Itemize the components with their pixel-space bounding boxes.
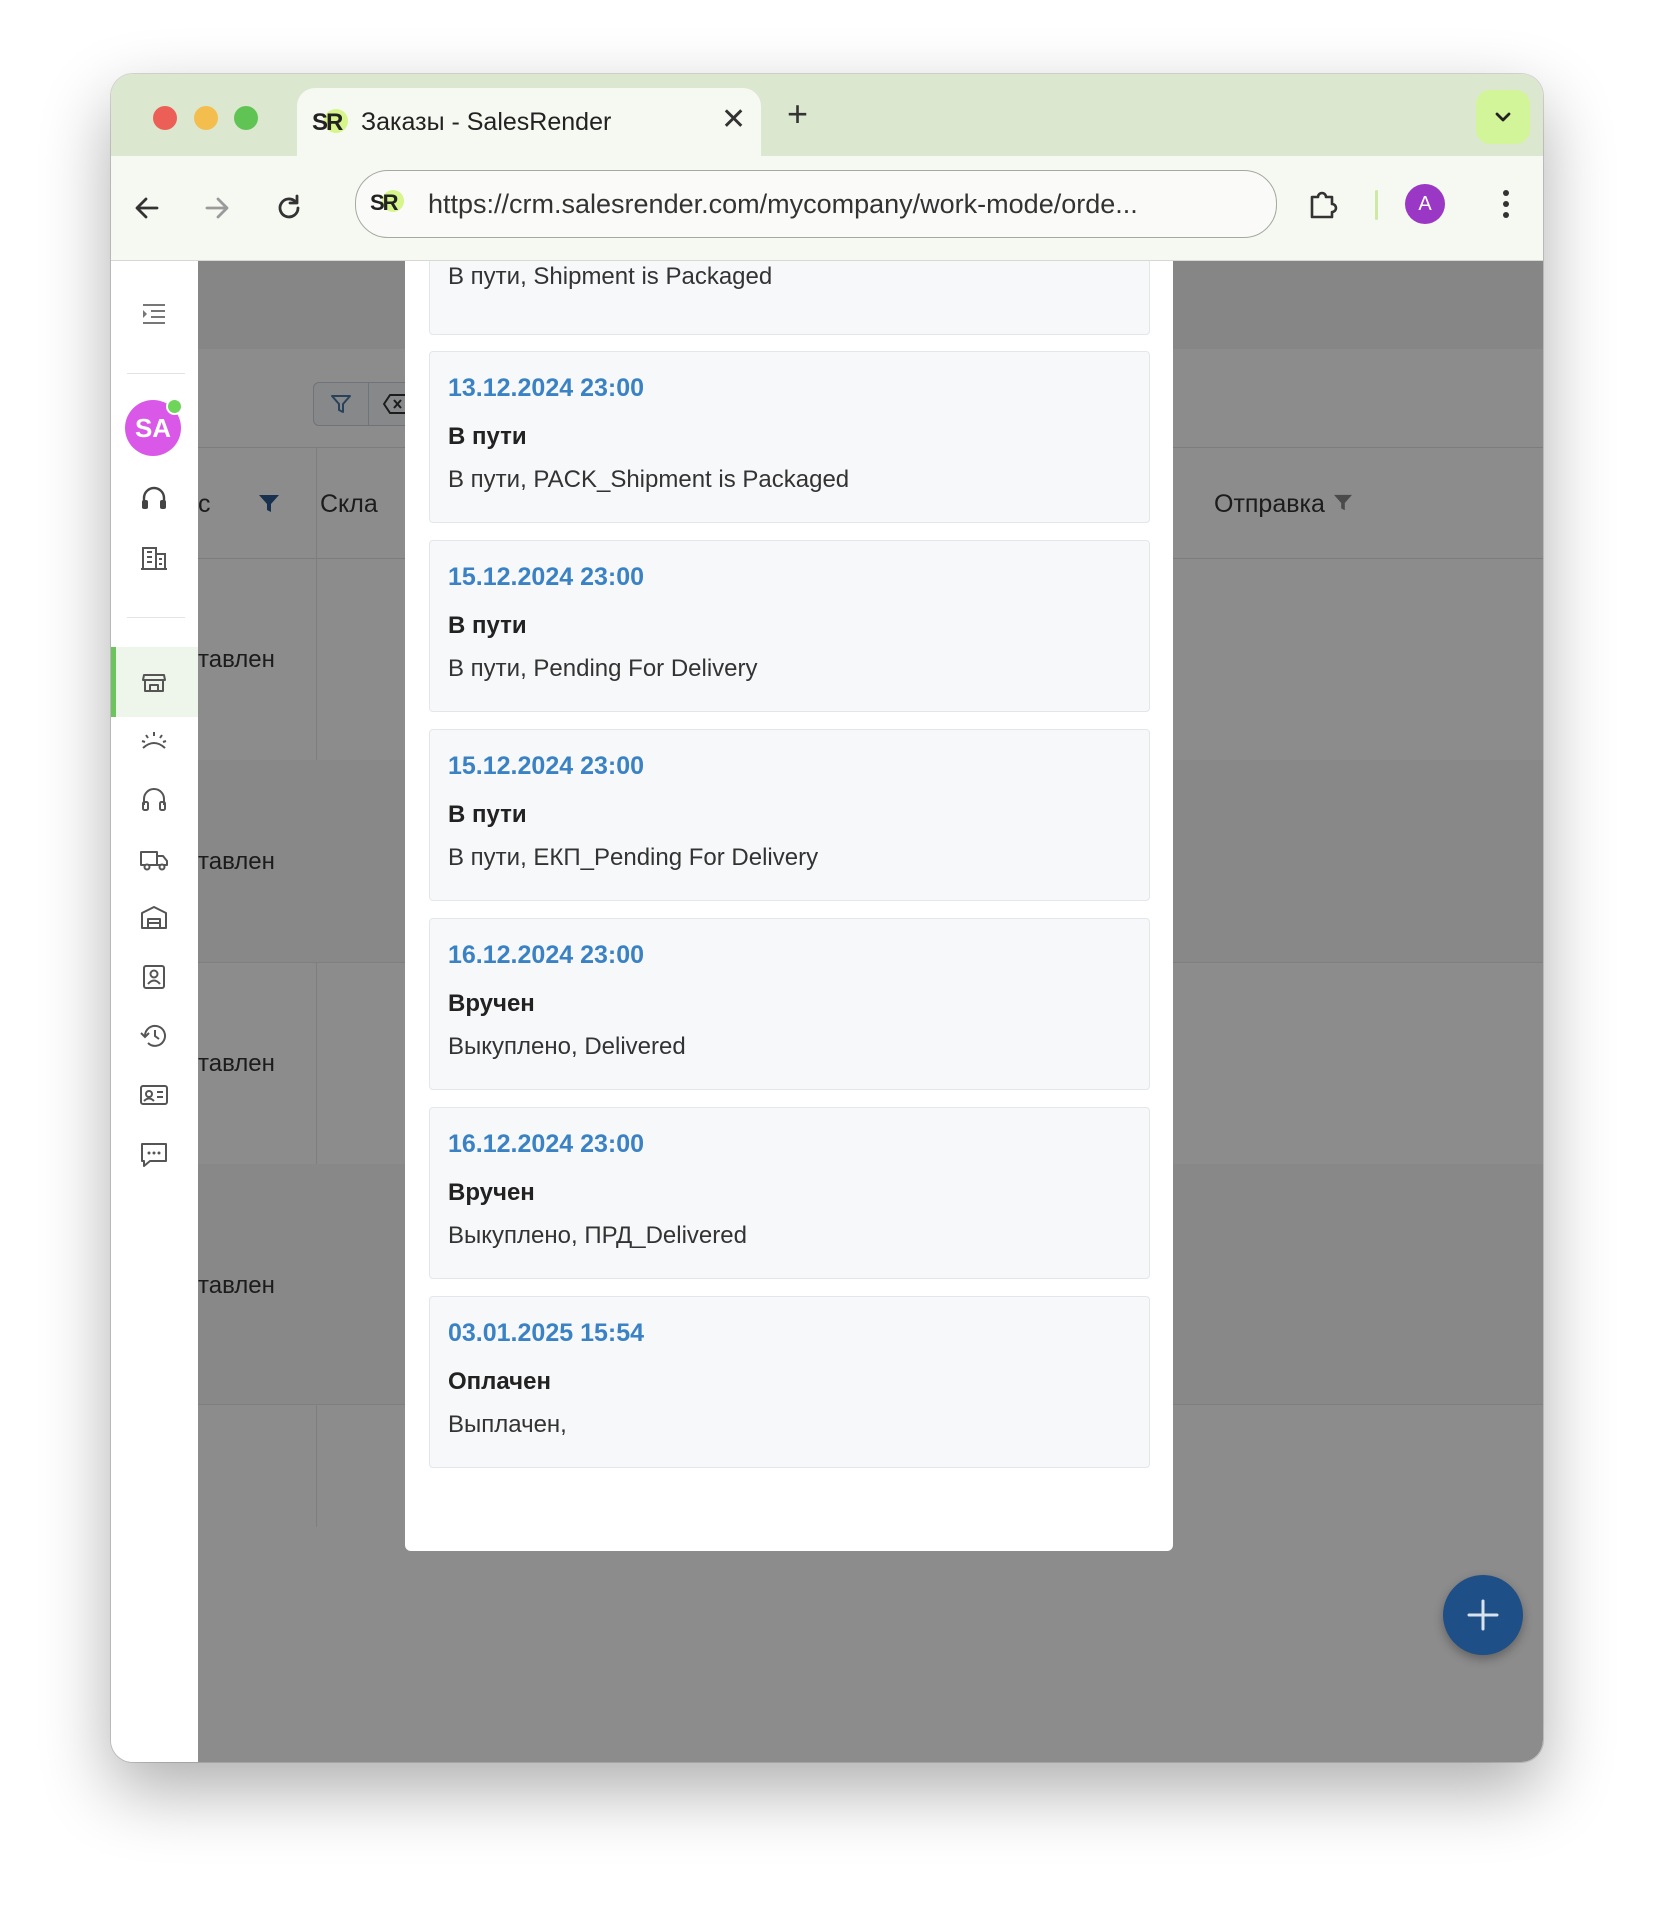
browser-toolbar: SR https://crm.salesrender.com/mycompany… (111, 156, 1543, 261)
status-history-card: В пути, Shipment is Packaged (429, 261, 1150, 335)
sidebar-item-orders[interactable] (137, 665, 171, 699)
sidebar-item-history[interactable] (137, 1019, 171, 1053)
status-description: В пути, PACK_Shipment is Packaged (448, 466, 850, 493)
contacts-icon (143, 965, 165, 989)
arrow-left-icon (135, 197, 159, 219)
rise-icon (141, 732, 167, 749)
status-name: В пути (448, 801, 527, 828)
status-name: Вручен (448, 1179, 535, 1206)
headphones-icon (142, 788, 166, 811)
status-date: 15.12.2024 23:00 (448, 563, 645, 591)
building-icon (141, 547, 167, 570)
user-initials: SA (134, 413, 172, 443)
status-date: 16.12.2024 23:00 (448, 941, 645, 969)
salesrender-logo-icon: SR (312, 106, 348, 140)
puzzle-icon (1310, 191, 1338, 219)
user-avatar[interactable]: SA (125, 398, 183, 456)
status-history-modal: В пути, Shipment is Packaged 13.12.2024 … (405, 261, 1173, 1551)
status-history-card: 16.12.2024 23:00 Вручен Выкуплено, ПРД_D… (429, 1107, 1150, 1279)
back-button[interactable] (129, 190, 165, 226)
shop-icon (142, 674, 166, 692)
browser-menu-button[interactable] (1496, 186, 1516, 227)
status-description: Выкуплено, Delivered (448, 1033, 686, 1060)
tab-title: Заказы - SalesRender (361, 108, 612, 136)
status-date: 15.12.2024 23:00 (448, 752, 645, 780)
status-history-card: 16.12.2024 23:00 Вручен Выкуплено, Deliv… (429, 918, 1150, 1090)
sidebar-item-id-cards[interactable] (137, 1078, 171, 1112)
online-status-dot (166, 398, 183, 415)
profile-avatar[interactable]: A (1405, 184, 1445, 224)
status-description: Выкуплено, ПРД_Delivered (448, 1222, 747, 1249)
history-icon (140, 1024, 166, 1047)
status-history-card: 15.12.2024 23:00 В пути В пути, ЕКП_Pend… (429, 729, 1150, 901)
status-date: 16.12.2024 23:00 (448, 1130, 645, 1158)
menu-indent-icon (143, 304, 165, 324)
active-tab[interactable]: SR Заказы - SalesRender ✕ (297, 88, 761, 156)
sidebar-item-warehouses[interactable] (137, 901, 171, 935)
menu-toggle-button[interactable] (137, 297, 171, 331)
forward-button[interactable] (199, 190, 235, 226)
tab-close-icon[interactable]: ✕ (721, 103, 746, 137)
status-name: Вручен (448, 990, 535, 1017)
warehouse-icon (141, 906, 167, 929)
chevron-down-icon (1495, 112, 1511, 122)
reload-icon (278, 194, 300, 219)
arrow-right-icon (205, 197, 229, 219)
plus-icon (1467, 1599, 1499, 1631)
tab-search-button[interactable] (1476, 90, 1530, 144)
tab-strip: SR Заказы - SalesRender ✕ + (111, 74, 1543, 156)
sidebar-item-company[interactable] (137, 541, 171, 575)
sidebar-item-operators[interactable] (137, 783, 171, 817)
status-description: В пути, Shipment is Packaged (448, 263, 773, 290)
sidebar-divider (127, 617, 185, 618)
site-logo-text: SR (370, 190, 399, 215)
headset-icon (142, 486, 166, 509)
browser-window: SR Заказы - SalesRender ✕ + SR https://c… (111, 74, 1543, 1762)
status-description: Выплачен, (448, 1411, 567, 1438)
sidebar-divider (127, 373, 185, 374)
maximize-window-button[interactable] (234, 106, 258, 130)
more-vertical-icon (1503, 190, 1509, 218)
sidebar-item-contacts[interactable] (137, 960, 171, 994)
site-logo-icon: SR (370, 187, 404, 219)
sidebar-item-delivery[interactable] (137, 842, 171, 876)
add-order-button[interactable] (1443, 1575, 1523, 1655)
reload-button[interactable] (271, 190, 307, 226)
minimize-window-button[interactable] (194, 106, 218, 130)
status-date: 03.01.2025 15:54 (448, 1319, 645, 1347)
status-description: В пути, ЕКП_Pending For Delivery (448, 844, 819, 871)
url-text[interactable]: https://crm.salesrender.com/mycompany/wo… (428, 189, 1138, 220)
sidebar-item-support[interactable] (137, 482, 171, 516)
message-icon (141, 1143, 167, 1167)
status-history-card: 03.01.2025 15:54 Оплачен Выплачен, (429, 1296, 1150, 1468)
sidebar: SA (111, 261, 198, 1762)
truck-icon (140, 851, 168, 871)
toolbar-separator (1375, 190, 1378, 220)
extensions-button[interactable] (1305, 186, 1341, 227)
idcard-icon (140, 1085, 168, 1105)
status-date: 13.12.2024 23:00 (448, 374, 645, 402)
new-tab-button[interactable]: + (787, 96, 808, 132)
status-history-card: 13.12.2024 23:00 В пути В пути, PACK_Shi… (429, 351, 1150, 523)
status-description: В пути, Pending For Delivery (448, 655, 758, 682)
status-name: В пути (448, 423, 527, 450)
status-name: В пути (448, 612, 527, 639)
sidebar-item-leads[interactable] (137, 724, 171, 758)
address-bar[interactable]: SR https://crm.salesrender.com/mycompany… (355, 170, 1277, 238)
page-content: с Скла Отправка тавлен тавлен тавлен тав… (111, 261, 1543, 1762)
close-window-button[interactable] (153, 106, 177, 130)
status-history-card: 15.12.2024 23:00 В пути В пути, Pending … (429, 540, 1150, 712)
sidebar-item-messages[interactable] (137, 1137, 171, 1171)
tab-logo-text: SR (312, 109, 343, 136)
status-name: Оплачен (448, 1368, 551, 1395)
